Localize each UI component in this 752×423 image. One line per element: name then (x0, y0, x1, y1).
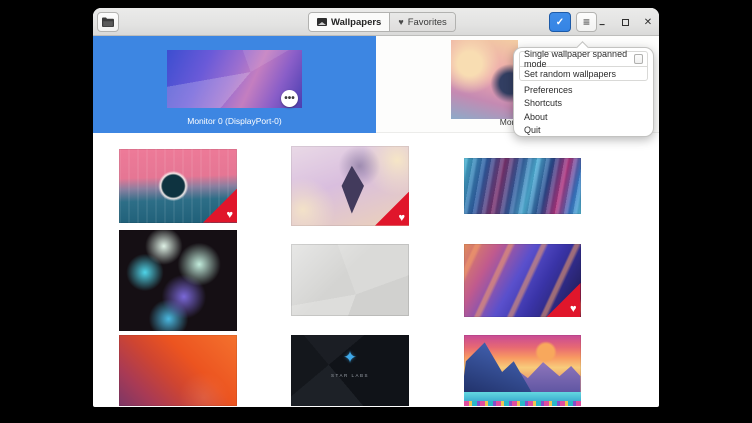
menu-item-label: About (524, 112, 548, 122)
menu-item-label: Shortcuts (524, 98, 562, 108)
wallpaper-tile-island[interactable]: ♥ (291, 146, 409, 226)
tab-favorites-label: Favorites (408, 17, 447, 28)
primary-menu-popover: Single wallpaper spanned mode Set random… (513, 47, 654, 137)
open-folder-button[interactable] (97, 12, 119, 32)
monitor-0-wallpaper-thumbnail: ••• (167, 50, 302, 108)
tab-wallpapers[interactable]: Wallpapers (309, 13, 390, 31)
wallpaper-tile-starlabs[interactable]: ✦ STAR LABS (291, 335, 409, 406)
window-controls: − ✕ (593, 13, 657, 31)
monitor-1-wallpaper-thumbnail (451, 40, 518, 119)
tab-wallpapers-label: Wallpapers (331, 17, 381, 28)
heart-icon: ♥ (226, 210, 233, 221)
heart-icon: ♥ (398, 213, 405, 224)
desktop-background: Wallpapers ♥ Favorites ✓ ≡ − (0, 0, 752, 423)
folder-open-icon (102, 17, 114, 27)
star-labs-logo-icon: ✦ (291, 349, 409, 366)
wallpaper-tile-orange[interactable] (119, 335, 237, 406)
wallpaper-tile-mountains[interactable] (464, 335, 581, 406)
minimize-icon: − (599, 20, 605, 31)
menu-item-label: Quit (524, 125, 541, 135)
wallpaper-tile-ink[interactable] (119, 230, 237, 331)
spanned-mode-checkbox[interactable] (634, 54, 643, 64)
menu-item-label: Set random wallpapers (524, 69, 616, 79)
monitor-0-label: Monitor 0 (DisplayPort-0) (93, 116, 376, 126)
menu-item-label: Preferences (524, 85, 573, 95)
wallpaper-tile-silk[interactable]: ♥ (464, 244, 581, 317)
hamburger-icon: ≡ (583, 15, 590, 29)
landscape-mt-flora (464, 401, 581, 406)
close-icon: ✕ (644, 17, 652, 28)
menu-item-label: Single wallpaper spanned mode (524, 49, 634, 69)
favorite-badge: ♥ (375, 192, 409, 226)
close-button[interactable]: ✕ (639, 13, 657, 31)
checkmark-icon: ✓ (556, 17, 564, 28)
app-window: Wallpapers ♥ Favorites ✓ ≡ − (93, 8, 659, 407)
menu-frame: Single wallpaper spanned mode Set random… (519, 51, 648, 81)
menu-item-quit[interactable]: Quit (519, 124, 648, 138)
image-icon (317, 18, 327, 26)
monitor-tile-0[interactable]: ••• Monitor 0 (DisplayPort-0) (93, 36, 376, 133)
maximize-button[interactable] (616, 13, 634, 31)
apply-wallpaper-button[interactable]: ✓ (549, 12, 571, 32)
maximize-icon (622, 19, 629, 26)
menu-item-about[interactable]: About (519, 110, 648, 124)
heart-icon: ♥ (398, 18, 403, 27)
landscape-mt-front (464, 342, 535, 396)
menu-item-spanned-mode[interactable]: Single wallpaper spanned mode (520, 52, 647, 66)
floating-island-shape (336, 166, 368, 214)
menu-item-preferences[interactable]: Preferences (519, 83, 648, 97)
wallpaper-grid: ♥ ♥ ♥ ✦ STAR LABS (93, 133, 659, 407)
minimize-button[interactable]: − (593, 13, 611, 31)
tab-favorites[interactable]: ♥ Favorites (390, 13, 454, 31)
headerbar: Wallpapers ♥ Favorites ✓ ≡ − (93, 8, 659, 36)
view-switcher: Wallpapers ♥ Favorites (308, 12, 456, 32)
menu-item-shortcuts[interactable]: Shortcuts (519, 97, 648, 111)
menu-list: Preferences Shortcuts About Quit (519, 81, 648, 137)
favorite-badge: ♥ (547, 283, 581, 317)
monitor-options-button[interactable]: ••• (281, 90, 298, 107)
wallpaper-tile-gray[interactable] (291, 244, 409, 316)
favorite-badge: ♥ (203, 189, 237, 223)
star-labs-logo-text: STAR LABS (291, 373, 409, 378)
wallpaper-tile-sphere[interactable]: ♥ (119, 149, 237, 223)
wallpaper-tile-glitch[interactable] (464, 158, 581, 214)
more-options-icon: ••• (284, 93, 295, 104)
heart-icon: ♥ (570, 304, 577, 315)
